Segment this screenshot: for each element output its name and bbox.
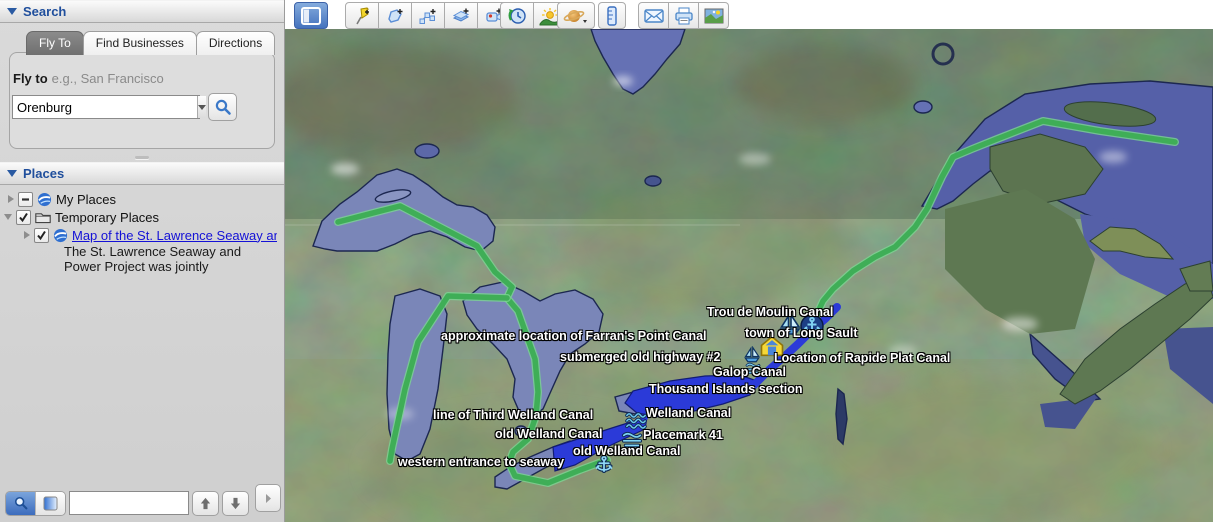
ruler-button[interactable] <box>598 2 626 29</box>
add-placemark-icon <box>352 6 372 26</box>
map-label[interactable]: Galop Canal <box>713 365 786 379</box>
search-panel-title: Search <box>23 4 66 19</box>
tree-item-seaway-map[interactable]: Map of the St. Lawrence Seaway an <box>0 226 284 244</box>
search-panel: Fly To Find Businesses Directions Fly to… <box>0 23 284 153</box>
add-image-overlay-button[interactable] <box>445 2 478 29</box>
fly-to-input[interactable] <box>13 100 197 115</box>
search-filter-icon <box>13 495 29 511</box>
place-description: The St. Lawrence Seaway and Power Projec… <box>64 244 269 274</box>
save-image-icon <box>704 8 724 24</box>
collapse-arrow-icon <box>7 8 17 15</box>
expand-panel-button[interactable] <box>255 484 281 512</box>
check-icon <box>18 212 29 223</box>
check-icon <box>36 230 47 241</box>
minus-icon <box>21 195 30 204</box>
search-button[interactable] <box>208 93 237 121</box>
tree-item-temporary-places[interactable]: Temporary Places <box>0 208 284 226</box>
planets-icon <box>563 6 589 26</box>
expander-icon[interactable] <box>8 195 14 203</box>
up-arrow-icon <box>199 497 212 510</box>
map-label[interactable]: Trou de Moulin Canal <box>707 305 833 319</box>
combo-dropdown-button[interactable] <box>197 96 206 118</box>
sidebar-toggle-icon <box>301 7 321 25</box>
next-result-button[interactable] <box>222 491 249 516</box>
tree-item-my-places[interactable]: My Places <box>0 190 284 208</box>
planets-button[interactable] <box>557 2 595 29</box>
search-panel-header[interactable]: Search <box>0 0 284 23</box>
seaway-map-link[interactable]: Map of the St. Lawrence Seaway an <box>72 228 277 243</box>
print-button[interactable] <box>669 2 699 29</box>
map-label[interactable]: Welland Canal <box>646 406 731 420</box>
map-label[interactable]: western entrance to seaway <box>398 455 564 469</box>
add-image-overlay-icon <box>451 6 471 26</box>
map-label[interactable]: approximate location of Farran's Point C… <box>441 329 707 343</box>
expander-icon[interactable] <box>4 214 12 220</box>
down-arrow-icon <box>229 497 242 510</box>
google-earth-window: { "sidebar": { "search": { "header": "Se… <box>0 0 1213 522</box>
fly-to-combo <box>12 95 200 119</box>
expand-right-icon <box>264 494 273 503</box>
add-polygon-button[interactable] <box>379 2 412 29</box>
places-filter-input[interactable] <box>69 491 189 515</box>
expander-icon[interactable] <box>24 231 30 239</box>
collapse-arrow-icon <box>7 170 17 177</box>
folder-icon <box>35 210 51 224</box>
ruler-icon <box>606 6 618 26</box>
add-polygon-icon <box>385 6 405 26</box>
add-path-icon <box>418 6 438 26</box>
checkbox-checked[interactable] <box>16 210 31 225</box>
places-tree: My Places Temporary Places Map of t <box>0 185 284 274</box>
tree-item-label: Temporary Places <box>55 210 159 225</box>
email-icon <box>644 8 664 24</box>
map-viewport[interactable]: Trou de Moulin Canal town of Long Sault ap… <box>285 29 1213 522</box>
tree-item-label: My Places <box>56 192 116 207</box>
view-toggle-icon <box>43 496 58 511</box>
places-view-toggle-button[interactable] <box>35 492 65 515</box>
sidebar-toggle-button[interactable] <box>294 2 328 29</box>
globe-icon <box>37 192 52 207</box>
add-path-button[interactable] <box>412 2 445 29</box>
print-icon <box>674 7 694 25</box>
places-panel-title: Places <box>23 166 64 181</box>
map-label[interactable]: Placemark 41 <box>643 428 723 442</box>
map-label[interactable]: old Welland Canal <box>495 427 602 441</box>
map-label[interactable]: town of Long Sault <box>745 326 857 340</box>
map-label[interactable]: Thousand Islands section <box>649 382 803 396</box>
fly-to-label: Fly toe.g., San Francisco <box>13 71 164 86</box>
places-bottom-bar <box>0 488 284 518</box>
tab-fly-to[interactable]: Fly To <box>26 31 84 55</box>
places-panel-header[interactable]: Places <box>0 162 284 185</box>
sidebar: Search Fly To Find Businesses Directions… <box>0 0 285 522</box>
add-placemark-button[interactable] <box>345 2 379 29</box>
email-button[interactable] <box>638 2 669 29</box>
tab-directions[interactable]: Directions <box>196 31 275 55</box>
places-search-button[interactable] <box>6 492 35 515</box>
historical-imagery-button[interactable] <box>500 2 534 29</box>
globe-icon <box>53 228 68 243</box>
map-label[interactable]: line of Third Welland Canal <box>433 408 593 422</box>
toolbar <box>285 0 1213 30</box>
tab-find-businesses[interactable]: Find Businesses <box>83 31 197 55</box>
previous-result-button[interactable] <box>192 491 219 516</box>
checkbox-checked[interactable] <box>34 228 49 243</box>
map-label[interactable]: Location of Rapide Plat Canal <box>774 351 950 365</box>
magnifier-icon <box>214 98 232 116</box>
map-label[interactable]: submerged old highway #2 <box>560 350 720 364</box>
checkbox-minus[interactable] <box>18 192 33 207</box>
map-label[interactable]: old Welland Canal <box>573 444 680 458</box>
historical-imagery-icon <box>507 6 527 26</box>
panel-resize-handle[interactable] <box>0 153 284 162</box>
save-image-button[interactable] <box>699 2 729 29</box>
satellite-map[interactable] <box>285 29 1213 522</box>
